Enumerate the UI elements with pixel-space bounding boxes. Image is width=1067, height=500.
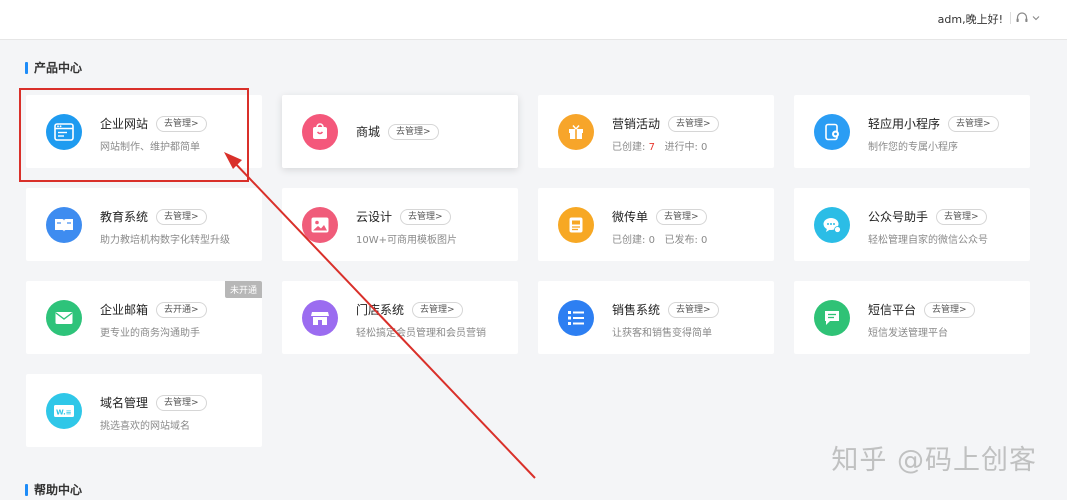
- card-mall[interactable]: 商城 去管理>: [282, 95, 518, 168]
- card-website-manage-button[interactable]: 去管理>: [156, 115, 207, 132]
- card-sales-manage-button[interactable]: 去管理>: [668, 301, 719, 318]
- card-sales-name: 销售系统: [612, 303, 661, 317]
- headset-icon: [1016, 12, 1028, 22]
- support-menu-button[interactable]: [1015, 9, 1045, 27]
- browser-window-icon: [46, 114, 82, 150]
- status-badge: 未开通: [224, 281, 262, 298]
- card-sales-desc: 让获客和销售变得简单: [612, 328, 712, 339]
- card-mall-name: 商城: [356, 125, 381, 139]
- card-flyer-desc: 已创建: 0 已发布: 0: [612, 235, 708, 246]
- gift-icon: [558, 114, 594, 150]
- card-education[interactable]: 教育系统 去管理> 助力教培机构数字化转型升级: [26, 188, 262, 261]
- card-store-manage-button[interactable]: 去管理>: [412, 301, 463, 318]
- section-title-products: 产品中心: [25, 59, 82, 76]
- card-domain-manage-button[interactable]: 去管理>: [156, 394, 207, 411]
- mini-program-icon: [814, 114, 850, 150]
- card-website[interactable]: 企业网站 去管理> 网站制作、维护都简单: [26, 95, 262, 168]
- card-store[interactable]: 门店系统 去管理> 轻松搞定会员管理和会员营销: [282, 281, 518, 354]
- card-education-manage-button[interactable]: 去管理>: [156, 208, 207, 225]
- card-email-open-button[interactable]: 去开通>: [156, 301, 207, 318]
- card-wechat-manage-button[interactable]: 去管理>: [936, 208, 987, 225]
- card-miniapp-name: 轻应用小程序: [868, 117, 941, 131]
- card-education-name: 教育系统: [100, 210, 149, 224]
- list-icon: [558, 300, 594, 336]
- svg-text:W.≡: W.≡: [56, 409, 72, 417]
- card-flyer[interactable]: 微传单 去管理> 已创建: 0 已发布: 0: [538, 188, 774, 261]
- message-icon: [814, 300, 850, 336]
- card-sms-manage-button[interactable]: 去管理>: [924, 301, 975, 318]
- domain-icon: W.≡: [46, 393, 82, 429]
- card-miniapp-manage-button[interactable]: 去管理>: [948, 115, 999, 132]
- card-clouddesign[interactable]: 云设计 去管理> 10W+可商用模板图片: [282, 188, 518, 261]
- section-title-help: 帮助中心: [25, 481, 82, 498]
- card-store-desc: 轻松搞定会员管理和会员营销: [356, 328, 486, 339]
- card-wechat-desc: 轻松管理自家的微信公众号: [868, 235, 988, 246]
- card-flyer-manage-button[interactable]: 去管理>: [656, 208, 707, 225]
- card-clouddesign-name: 云设计: [356, 210, 393, 224]
- card-domain-desc: 挑选喜欢的网站域名: [100, 421, 190, 432]
- card-marketing-manage-button[interactable]: 去管理>: [668, 115, 719, 132]
- card-miniapp-desc: 制作您的专属小程序: [868, 142, 958, 153]
- card-email[interactable]: 未开通 企业邮箱 去开通> 更专业的商务沟通助手: [26, 281, 262, 354]
- card-website-name: 企业网站: [100, 117, 149, 131]
- top-bar: adm,晚上好!: [0, 0, 1067, 40]
- card-sms-name: 短信平台: [868, 303, 917, 317]
- wechat-bubble-icon: [814, 207, 850, 243]
- mail-icon: [46, 300, 82, 336]
- card-wechat-name: 公众号助手: [868, 210, 929, 224]
- card-domain-name: 域名管理: [100, 396, 149, 410]
- card-miniapp[interactable]: 轻应用小程序 去管理> 制作您的专属小程序: [794, 95, 1030, 168]
- card-sms[interactable]: 短信平台 去管理> 短信发送管理平台: [794, 281, 1030, 354]
- flyer-icon: [558, 207, 594, 243]
- card-flyer-name: 微传单: [612, 210, 649, 224]
- card-domain[interactable]: W.≡ 域名管理 去管理> 挑选喜欢的网站域名: [26, 374, 262, 447]
- book-icon: [46, 207, 82, 243]
- card-store-name: 门店系统: [356, 303, 405, 317]
- image-icon: [302, 207, 338, 243]
- shopping-bag-icon: [302, 114, 338, 150]
- card-sms-desc: 短信发送管理平台: [868, 328, 948, 339]
- user-greeting: adm,晚上好!: [937, 13, 1003, 26]
- card-clouddesign-desc: 10W+可商用模板图片: [356, 235, 457, 246]
- card-email-desc: 更专业的商务沟通助手: [100, 328, 200, 339]
- card-marketing[interactable]: 营销活动 去管理> 已创建: 7 进行中: 0: [538, 95, 774, 168]
- card-sales[interactable]: 销售系统 去管理> 让获客和销售变得简单: [538, 281, 774, 354]
- card-website-desc: 网站制作、维护都简单: [100, 142, 200, 153]
- chevron-down-icon: [1032, 16, 1040, 21]
- card-marketing-name: 营销活动: [612, 117, 661, 131]
- divider: [1010, 12, 1011, 24]
- storefront-icon: [302, 300, 338, 336]
- card-marketing-desc: 已创建: 7 进行中: 0: [612, 142, 708, 153]
- card-mall-manage-button[interactable]: 去管理>: [388, 123, 439, 140]
- card-education-desc: 助力教培机构数字化转型升级: [100, 235, 230, 246]
- card-wechat[interactable]: 公众号助手 去管理> 轻松管理自家的微信公众号: [794, 188, 1030, 261]
- card-clouddesign-manage-button[interactable]: 去管理>: [400, 208, 451, 225]
- watermark: 知乎 @码上创客: [831, 445, 1037, 476]
- card-email-name: 企业邮箱: [100, 303, 149, 317]
